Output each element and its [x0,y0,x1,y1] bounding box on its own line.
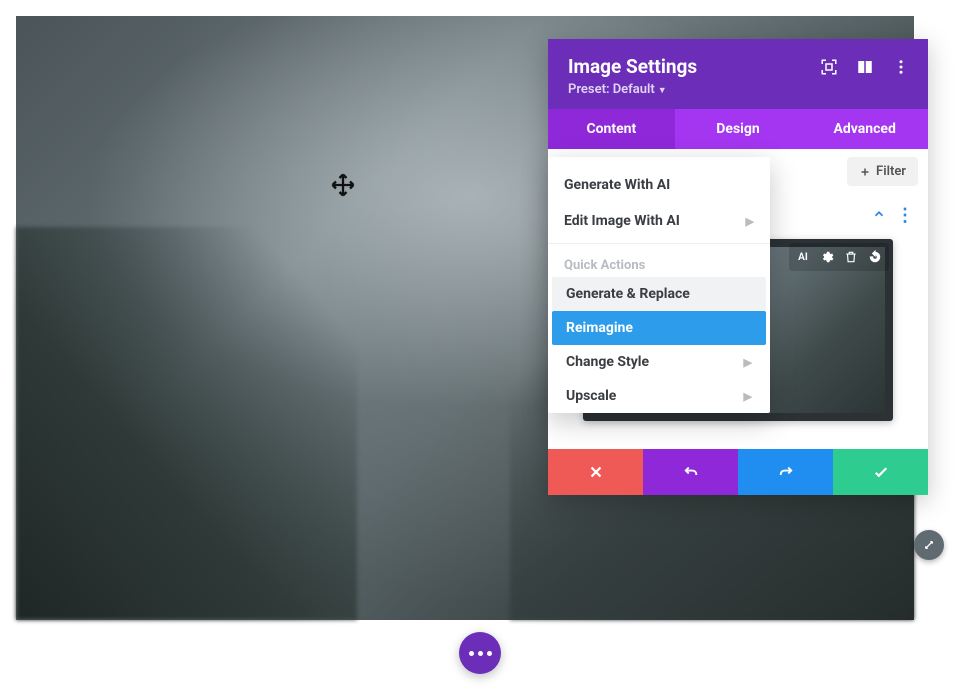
dot-icon [478,651,483,656]
trash-icon[interactable] [841,247,861,267]
section-controls: ⋮ [872,207,914,225]
chevron-right-icon: ▶ [746,215,754,228]
more-vertical-icon[interactable] [892,58,910,76]
tab-design[interactable]: Design [675,109,802,149]
move-cursor-icon [329,171,357,199]
tab-content[interactable]: Content [548,109,675,149]
menu-generate-with-ai[interactable]: Generate With AI [548,167,770,203]
chevron-right-icon: ▶ [744,390,752,403]
preview-toolbar: AI [789,243,889,271]
cancel-button[interactable] [548,449,643,495]
menu-label: Change Style [566,354,649,370]
menu-label: Reimagine [566,320,633,336]
dot-icon [469,651,474,656]
resize-handle[interactable] [914,530,944,560]
menu-label: Upscale [566,388,616,404]
quick-action-upscale[interactable]: Upscale ▶ [552,379,766,413]
menu-label: Generate With AI [564,177,670,193]
ai-dropdown-menu: Generate With AI Edit Image With AI ▶ Qu… [548,157,770,413]
filter-label: Filter [876,164,906,179]
filter-button[interactable]: Filter [847,157,918,186]
reset-icon[interactable] [865,247,885,267]
tab-advanced[interactable]: Advanced [801,109,928,149]
quick-action-generate-replace[interactable]: Generate & Replace [552,277,766,311]
panel-header[interactable]: Image Settings Preset: Default▼ [548,39,928,109]
panel-footer [548,449,928,495]
panel-body: Filter ⋮ Generate With AI Edit Image Wit… [548,149,928,421]
quick-actions-heading: Quick Actions [548,250,770,277]
expand-icon[interactable] [820,58,838,76]
canvas-shadow-left [16,227,357,620]
ai-icon[interactable]: AI [793,247,813,267]
more-options-fab[interactable] [459,632,501,674]
panel-title: Image Settings [568,55,697,78]
redo-button[interactable] [738,449,833,495]
menu-edit-image-with-ai[interactable]: Edit Image With AI ▶ [548,203,770,239]
menu-label: Edit Image With AI [564,213,680,229]
preset-label: Preset: Default [568,82,655,97]
section-more-icon[interactable]: ⋮ [896,211,914,222]
chevron-right-icon: ▶ [744,356,752,369]
undo-button[interactable] [643,449,738,495]
panel-tabs: Content Design Advanced [548,109,928,149]
image-settings-panel: Image Settings Preset: Default▼ Content … [548,39,928,495]
menu-label: Generate & Replace [566,286,690,302]
menu-separator [548,243,770,244]
quick-action-reimagine[interactable]: Reimagine [552,311,766,345]
dot-icon [487,651,492,656]
preset-selector[interactable]: Preset: Default▼ [568,82,910,97]
quick-action-change-style[interactable]: Change Style ▶ [552,345,766,379]
gear-icon[interactable] [817,247,837,267]
confirm-button[interactable] [833,449,928,495]
collapse-icon[interactable] [872,207,886,225]
columns-icon[interactable] [856,58,874,76]
